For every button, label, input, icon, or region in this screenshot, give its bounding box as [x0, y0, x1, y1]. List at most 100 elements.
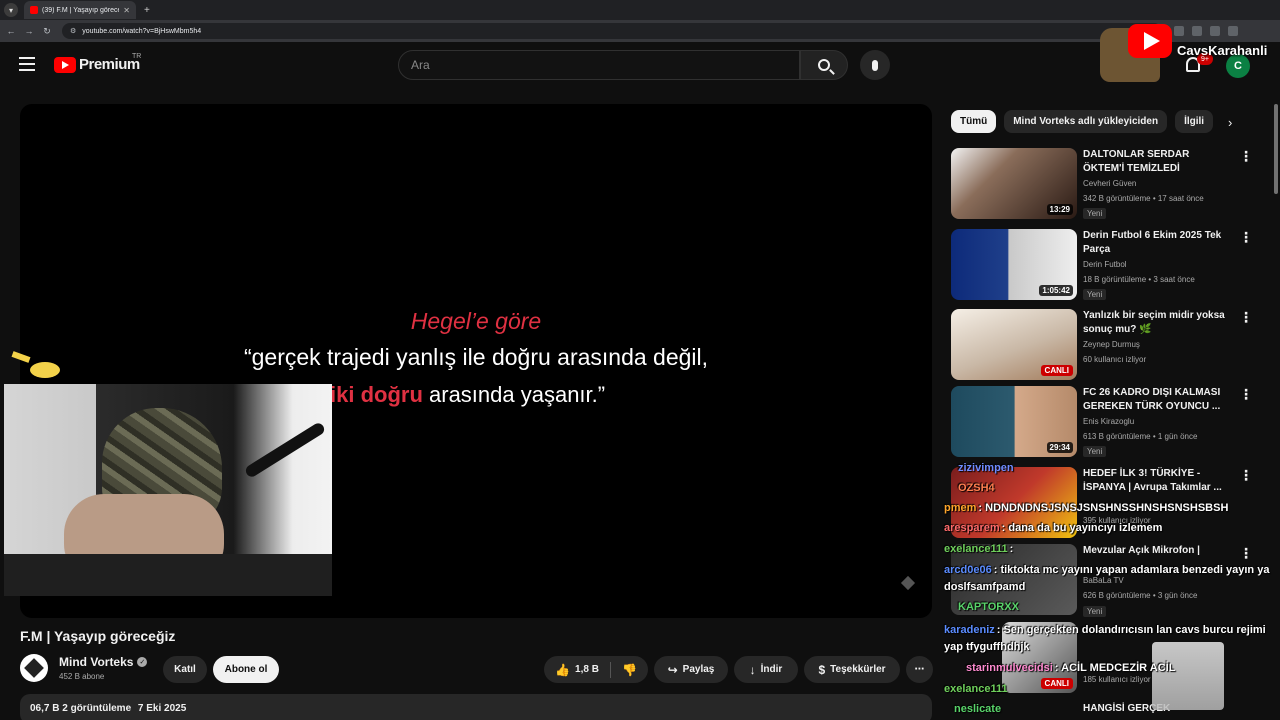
recommendation-channel: Zeynep Durmuş [1083, 340, 1140, 349]
reload-icon[interactable]: ↻ [40, 26, 54, 37]
quote-rest: arasında yaşanır.” [422, 382, 606, 407]
quote-emphasis: iki doğru [330, 382, 423, 407]
menu-icon[interactable] [19, 57, 35, 71]
recommendation-item[interactable]: 29:34 FC 26 KADRO DIŞI KALMASI GEREKEN T… [951, 386, 1253, 458]
search-placeholder: Ara [411, 58, 430, 72]
like-count: 1,8 B [575, 664, 599, 675]
tab-search-icon[interactable]: ▾ [4, 3, 18, 17]
youtube-play-icon [1128, 24, 1172, 58]
chat-user: KAPTORXX [958, 601, 1019, 613]
scrollbar[interactable] [1274, 104, 1278, 194]
channel-name[interactable]: Mind Vorteks ✓ [59, 655, 148, 669]
quote-heading: Hegel’e göre [410, 308, 542, 334]
download-label: İndir [760, 664, 783, 675]
more-vert-icon[interactable]: ⋮ [1239, 148, 1253, 165]
chat-user: exelance111 [944, 683, 1008, 695]
quote-line: “gerçek trajedi yanlış ile doğru arasınd… [243, 344, 709, 370]
chat-text: : dana da bu yayıncıyı izlemem [1001, 522, 1163, 534]
more-vert-icon[interactable]: ⋮ [1239, 386, 1253, 403]
chat-user: aresparem [944, 522, 1000, 534]
voice-search-button[interactable] [860, 50, 890, 80]
chat-message: KAPTORXX [958, 601, 1021, 613]
player-control-icon[interactable] [900, 575, 916, 591]
dislike-icon[interactable]: 👎 [622, 663, 637, 677]
recommendation-thumbnail[interactable]: 29:34 [951, 386, 1077, 457]
streamer-name: CavsKarahanli [1177, 43, 1268, 58]
recommendation-meta: 342 B görüntüleme • 17 saat önce [1083, 194, 1204, 203]
chat-message: pmem: NDNDNDNSJSNSJSNSHNSSHNSHSNSHSBSH [944, 502, 1228, 514]
more-actions-icon[interactable]: ⋯ [906, 656, 933, 683]
youtube-logo[interactable]: Premium [54, 56, 140, 73]
tab-close-icon[interactable]: ✕ [123, 6, 130, 15]
mic-icon [872, 59, 878, 71]
chip-uploader[interactable]: Mind Vorteks adlı yükleyiciden [1004, 110, 1168, 133]
channel-avatar[interactable] [20, 654, 48, 682]
chat-message: karadeniz: Sen gerçekten dolandırıcısın … [944, 622, 1280, 656]
youtube-play-icon [54, 56, 76, 73]
youtube-header: Premium TR Ara 9+ C [0, 42, 1280, 88]
extension-icon[interactable] [1228, 26, 1238, 36]
chat-text: : NDNDNDNSJSNSJSNSHNSSHNSHSNSHSBSH [978, 502, 1229, 514]
video-title: F.M | Yaşayıp göreceğiz [20, 628, 176, 644]
recommendation-thumbnail[interactable]: CANLI [951, 309, 1077, 380]
recommendation-title: DALTONLAR SERDAR ÖKTEM'İ TEMİZLEDİ [1083, 149, 1190, 174]
browser-tabstrip: ▾ (39) F.M | Yaşayıp göreceğiz - Yo ✕ + [0, 0, 1280, 20]
thanks-button[interactable]: $ Teşekkürler [804, 656, 900, 683]
more-vert-icon[interactable]: ⋮ [1239, 229, 1253, 246]
verified-icon: ✓ [137, 657, 148, 667]
chat-message: starinmulvecidsi: ACİL MEDCEZİR ACİL [966, 662, 1175, 674]
back-icon[interactable]: ← [4, 26, 18, 36]
like-icon[interactable]: 👍 [555, 663, 570, 677]
download-icon: ↓ [749, 662, 756, 677]
join-button[interactable]: Katıl [163, 656, 207, 683]
logo-text: Premium [79, 56, 140, 73]
like-dislike-group: 👍 1,8 B 👎 [544, 656, 648, 683]
description-box[interactable]: 06,7 Β 2 görüntüleme 7 Eki 2025 [20, 694, 932, 720]
chat-message: aresparem: dana da bu yayıncıyı izlemem [944, 522, 1162, 534]
video-duration: 1:05:42 [1039, 285, 1073, 296]
recommendation-item[interactable]: 1:05:42 Derin Futbol 6 Ekim 2025 Tek Par… [951, 229, 1253, 301]
recommendation-meta: 60 kullanıcı izliyor [1083, 355, 1147, 364]
chip-related[interactable]: İlgili [1175, 110, 1214, 133]
recommendation-thumbnail[interactable]: 13:29 [951, 148, 1077, 219]
description-views: 06,7 Β 2 görüntüleme [30, 703, 132, 714]
recommendation-channel: Derin Futbol [1083, 260, 1127, 269]
more-vert-icon[interactable]: ⋮ [1239, 309, 1253, 326]
recommendation-item[interactable]: CANLI Yanlızık bir seçim midir yoksa son… [951, 309, 1253, 381]
chat-text: : ACİL MEDCEZİR ACİL [1054, 662, 1176, 674]
chat-user: pmem [944, 502, 977, 514]
recommendation-meta: 18 B görüntüleme • 3 saat önce [1083, 275, 1195, 284]
address-bar[interactable]: ⚙ youtube.com/watch?v=BjHswMbm5h4 [62, 23, 1162, 39]
extension-icon[interactable] [1192, 26, 1202, 36]
chat-user: arcd0e06 [944, 564, 992, 576]
video-duration: 13:29 [1046, 204, 1073, 215]
extension-icon[interactable] [1210, 26, 1220, 36]
new-tab-icon[interactable]: + [144, 5, 150, 16]
chip-all[interactable]: Tümü [951, 110, 997, 133]
quote-line: iki doğru arasında yaşanır.” [330, 382, 605, 408]
chat-user: karadeniz [944, 624, 995, 636]
share-label: Paylaş [682, 664, 715, 675]
forward-icon[interactable]: → [22, 26, 36, 36]
chevron-right-icon[interactable]: › [1228, 115, 1232, 130]
logo-region: TR [132, 53, 142, 60]
search-input[interactable]: Ara [398, 50, 800, 80]
site-info-icon[interactable]: ⚙ [70, 27, 76, 35]
recommendation-title: Derin Futbol 6 Ekim 2025 Tek Parça [1083, 230, 1222, 255]
browser-tab[interactable]: (39) F.M | Yaşayıp göreceğiz - Yo ✕ [24, 1, 136, 19]
subscribe-button[interactable]: Abone ol [213, 656, 279, 683]
chat-message: exelance111 [944, 683, 1010, 695]
chat-user: exelance111 [944, 543, 1008, 555]
recommendation-item[interactable]: 13:29 DALTONLAR SERDAR ÖKTEM'İ TEMİZLEDİ… [951, 148, 1253, 220]
recommendation-thumbnail[interactable]: 1:05:42 [951, 229, 1077, 300]
new-badge: Yeni [1083, 208, 1107, 219]
recommendation-title: FC 26 KADRO DIŞI KALMASI GEREKEN TÜRK OY… [1083, 387, 1221, 412]
share-button[interactable]: ↪ Paylaş [654, 656, 728, 683]
stream-overlay-logo [1100, 22, 1180, 82]
chat-message: exelance111: [944, 543, 1013, 555]
search-button[interactable] [800, 50, 848, 80]
search-icon [818, 59, 830, 71]
chat-message: zizivimpen [958, 462, 1016, 474]
download-button[interactable]: ↓ İndir [734, 656, 798, 683]
chat-message: arcd0e06: tiktokta mc yayını yapan adaml… [944, 562, 1280, 596]
